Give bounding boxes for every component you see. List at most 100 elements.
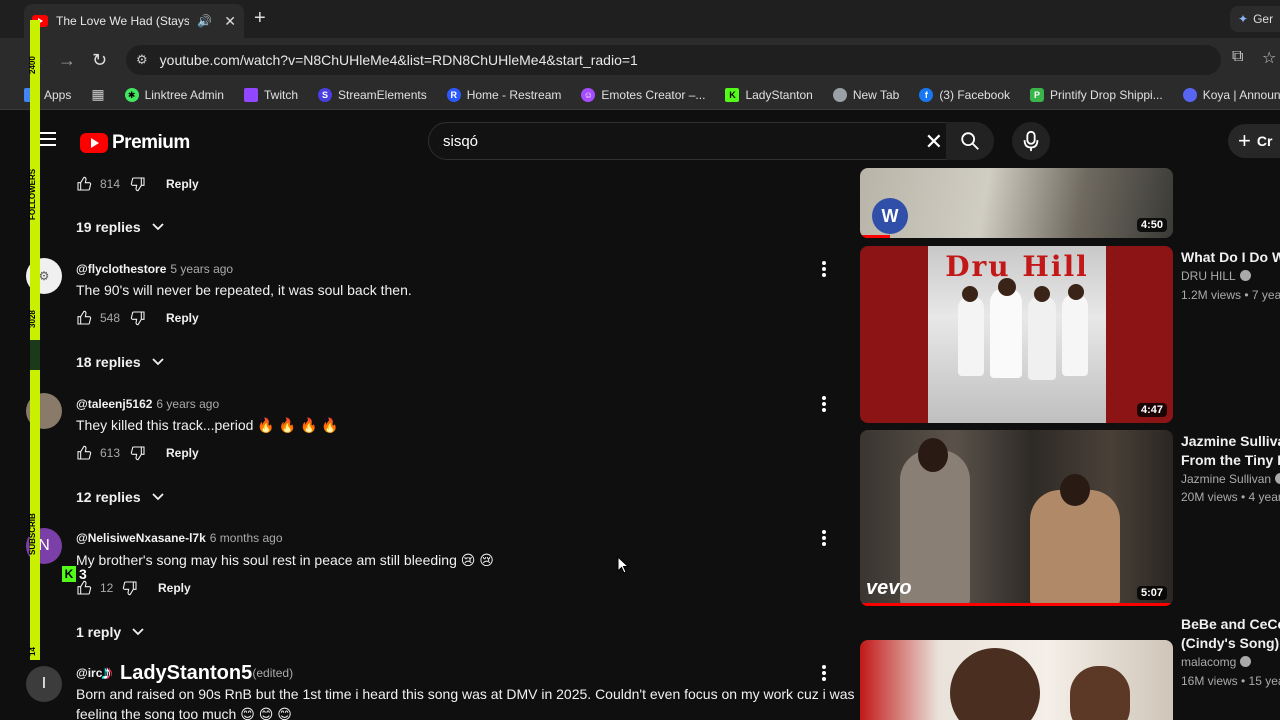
youtube-premium-logo[interactable]: Premium <box>80 132 190 154</box>
logo-text: Premium <box>112 132 190 153</box>
more-options-icon[interactable] <box>822 396 828 414</box>
thumbs-up-icon[interactable] <box>76 176 92 192</box>
author-handle: @flyclothestore <box>76 262 167 276</box>
reload-icon[interactable]: ↻ <box>92 50 107 71</box>
like-count: 814 <box>100 177 121 191</box>
kick-count: 3 <box>79 566 87 582</box>
mouse-cursor-icon <box>617 556 629 574</box>
search-input[interactable]: sisqó ✕ <box>428 122 958 160</box>
comment-text: feeling the song too much 😊 😊 😊 <box>76 706 292 720</box>
video-title[interactable]: What Do I Do Wit <box>1181 248 1280 267</box>
thumbs-down-icon[interactable] <box>130 445 146 461</box>
video-thumbnail[interactable]: vevo 5:07 <box>860 430 1173 606</box>
streamer-name: LadyStanton5 <box>120 662 253 684</box>
search-icon <box>961 132 979 150</box>
bookmark-linktree[interactable]: ✱ Linktree Admin <box>124 87 224 102</box>
comment-timestamp: 6 years ago <box>156 397 220 411</box>
view-replies-toggle[interactable]: 1 reply <box>76 624 145 640</box>
comment-author[interactable]: @NelisiweNxasane-l7k 6 months ago <box>76 531 283 545</box>
more-options-icon[interactable] <box>822 665 828 683</box>
search-query-text: sisqó <box>443 132 479 150</box>
video-channel[interactable]: malacomg <box>1181 655 1252 669</box>
replies-count: 1 reply <box>76 624 122 640</box>
replies-count: 18 replies <box>76 354 141 370</box>
bookmark-star-icon[interactable]: ☆ <box>1262 48 1276 68</box>
video-title[interactable]: From the Tiny De <box>1181 451 1280 470</box>
author-handle: @irc <box>76 666 103 680</box>
bookmark-streamelements[interactable]: S StreamElements <box>318 87 427 102</box>
chevron-down-icon <box>132 628 144 636</box>
address-bar[interactable]: ⚙ youtube.com/watch?v=N8ChUHleMe4&list=R… <box>126 45 1221 75</box>
bookmark-ladystanton[interactable]: K LadyStanton <box>725 87 813 102</box>
reply-button[interactable]: Reply <box>166 311 199 325</box>
bookmark-restream[interactable]: R Home - Restream <box>446 87 561 102</box>
plus-icon: + <box>1238 128 1251 153</box>
comment-timestamp: (edited) <box>252 666 294 680</box>
comment-timestamp: 6 months ago <box>209 531 283 545</box>
create-label: Cr <box>1256 133 1273 149</box>
view-replies-toggle[interactable]: 19 replies <box>76 219 165 235</box>
thumbs-up-icon[interactable] <box>76 310 92 326</box>
reply-button[interactable]: Reply <box>166 446 199 460</box>
bookmark-newtab[interactable]: New Tab <box>832 87 899 102</box>
search-button[interactable] <box>946 122 994 160</box>
install-app-icon[interactable]: ⧉ <box>1232 48 1243 66</box>
comment-author[interactable]: @flyclothestore 5 years ago <box>76 262 233 276</box>
create-button[interactable]: + Cr <box>1228 124 1280 158</box>
watch-progress-bar <box>860 603 1173 606</box>
avatar[interactable]: I <box>26 666 62 702</box>
comment-text: The 90's will never be repeated, it was … <box>76 282 412 298</box>
video-thumbnail[interactable]: Dru Hill 4:47 <box>860 246 1173 423</box>
close-tab-icon[interactable]: ✕ <box>224 13 236 30</box>
more-options-icon[interactable] <box>822 261 828 279</box>
thumbs-down-icon[interactable] <box>130 176 146 192</box>
bookmark-twitch[interactable]: Twitch <box>243 87 298 102</box>
thumbs-down-icon[interactable] <box>122 580 138 596</box>
video-duration: 5:07 <box>1136 586 1167 600</box>
printify-icon: P <box>1030 87 1045 102</box>
thumbs-down-icon[interactable] <box>130 310 146 326</box>
bookmark-koya[interactable]: Koya | Announceme... <box>1182 87 1280 102</box>
comment-author[interactable]: @taleenj5162 6 years ago <box>76 397 219 411</box>
verified-icon <box>1275 473 1280 484</box>
voice-search-button[interactable] <box>1012 122 1050 160</box>
author-handle: @taleenj5162 <box>76 397 153 411</box>
bookmark-printify[interactable]: P Printify Drop Shippi... <box>1030 87 1163 102</box>
more-options-icon[interactable] <box>822 530 828 548</box>
hamburger-menu-icon[interactable] <box>40 132 56 150</box>
forward-arrow-icon[interactable]: → <box>58 50 76 71</box>
thumbs-up-icon[interactable] <box>76 445 92 461</box>
kick-icon: K <box>725 87 740 102</box>
video-thumbnail[interactable]: W 4:50 <box>860 168 1173 238</box>
video-channel[interactable]: DRU HILL <box>1181 269 1251 283</box>
related-videos: W 4:50 Dru Hill 4:47 What Do I Do Wit DR… <box>860 168 1280 720</box>
video-title[interactable]: BeBe and CeCe W <box>1181 615 1280 634</box>
bookmark-emotes[interactable]: ☺ Emotes Creator –... <box>581 87 705 102</box>
video-thumbnail[interactable] <box>860 640 1173 720</box>
streamelements-icon: S <box>318 87 332 102</box>
speaker-icon[interactable]: 🔊 <box>197 14 212 28</box>
twitch-icon <box>243 87 258 102</box>
kick-icon: K <box>62 566 76 582</box>
video-channel[interactable]: Jazmine Sullivan <box>1181 472 1280 486</box>
view-replies-toggle[interactable]: 18 replies <box>76 354 165 370</box>
new-tab-button[interactable]: + <box>254 8 266 28</box>
vevo-logo: vevo <box>866 577 912 599</box>
thumbs-up-icon[interactable] <box>76 580 92 596</box>
reply-button[interactable]: Reply <box>158 581 191 595</box>
browser-tab[interactable]: The Love We Had (Stays On 🔊 ✕ <box>24 4 244 38</box>
bookmark-facebook[interactable]: f (3) Facebook <box>919 87 1010 102</box>
comment-text: They killed this track...period 🔥 🔥 🔥 🔥 <box>76 417 339 433</box>
bookmark-label: LadyStanton <box>745 87 813 102</box>
site-info-icon[interactable]: ⚙ <box>136 52 148 68</box>
linktree-icon: ✱ <box>124 87 139 102</box>
view-replies-toggle[interactable]: 12 replies <box>76 489 165 505</box>
clear-search-icon[interactable]: ✕ <box>925 129 943 155</box>
reply-button[interactable]: Reply <box>166 177 199 191</box>
video-title[interactable]: (Cindy's Song) <box>1181 634 1279 653</box>
album-cover: Dru Hill <box>928 246 1106 423</box>
gemini-button[interactable]: ✦ Ger <box>1230 6 1280 32</box>
video-title[interactable]: Jazmine Sullivan <box>1181 432 1280 451</box>
bookmark-label: Apps <box>44 87 72 102</box>
bookmark-grid[interactable]: ▦ <box>91 86 104 103</box>
